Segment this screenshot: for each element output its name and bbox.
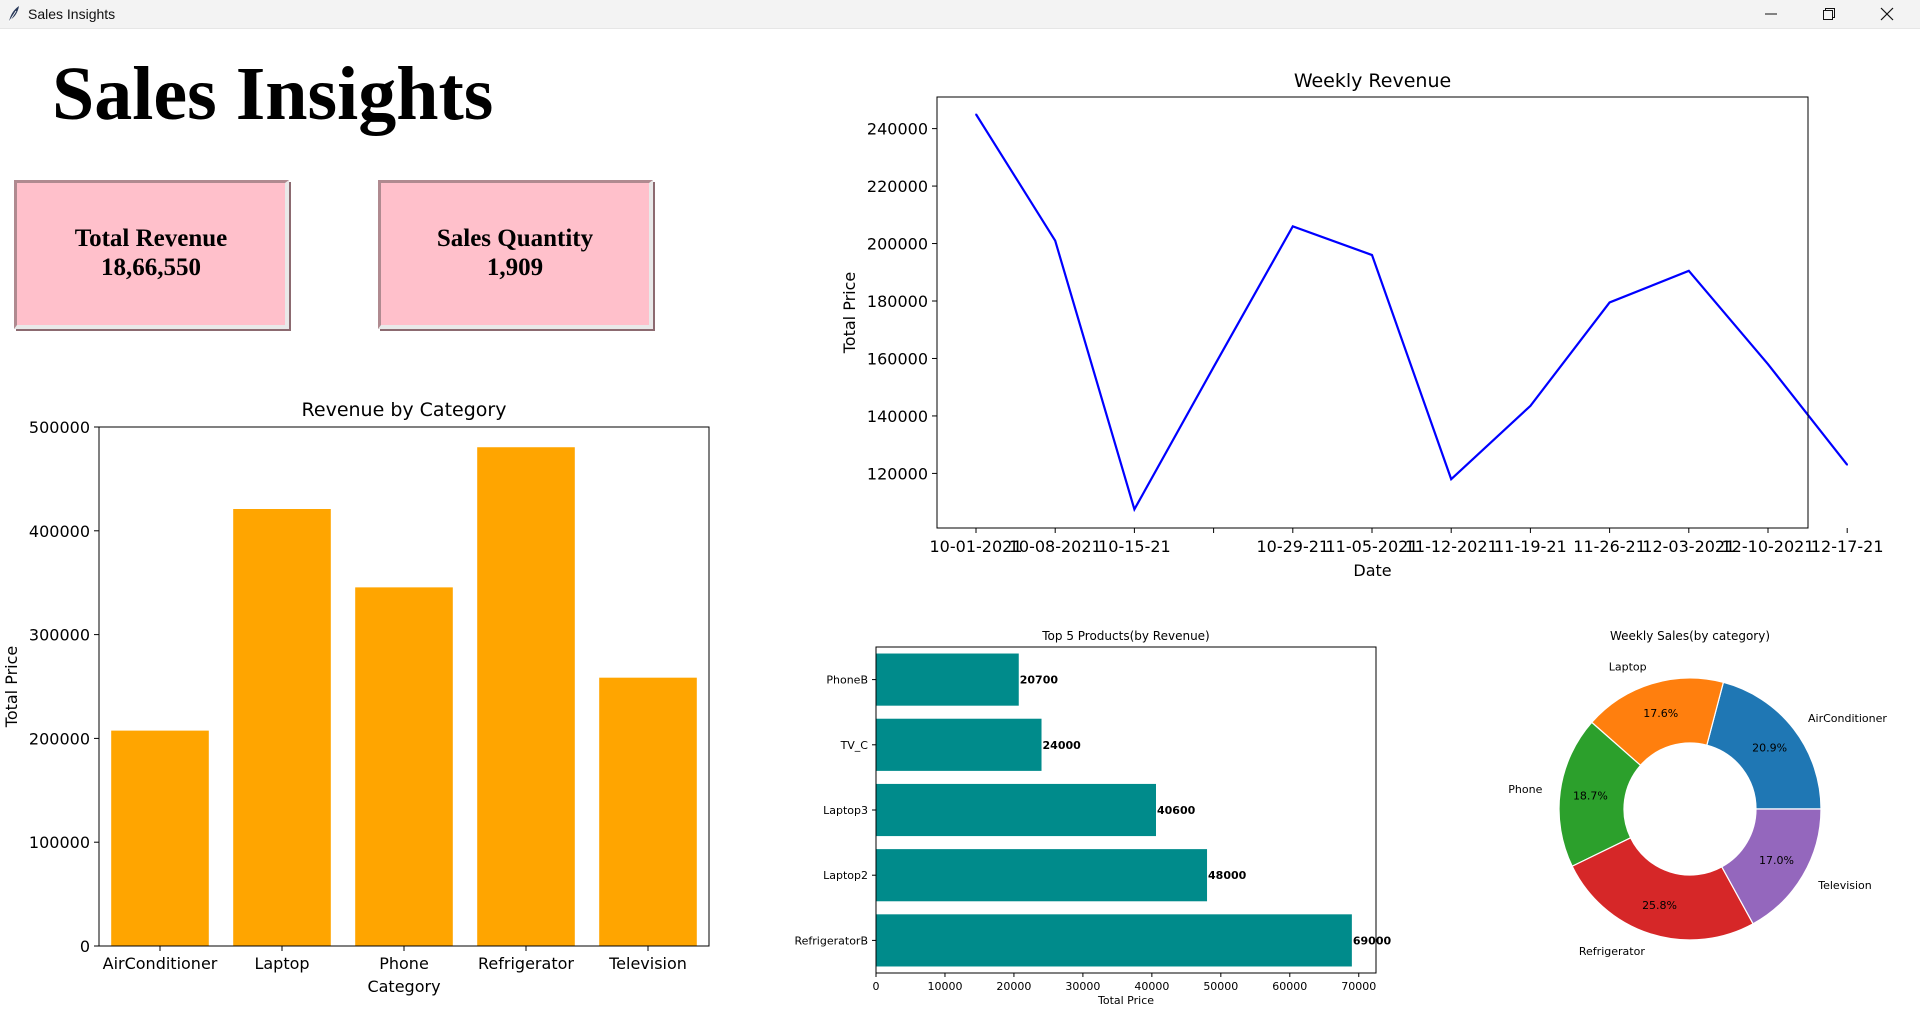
y-axis-label: Total Price (840, 272, 859, 354)
data-point (1133, 508, 1136, 511)
y-tick-label: 500000 (29, 418, 90, 437)
data-point (1371, 254, 1373, 256)
x-tick-label: 30000 (1065, 980, 1100, 993)
chart-title: Weekly Sales(by category) (1610, 629, 1770, 643)
bar (111, 730, 209, 946)
y-tick-label: 400000 (29, 522, 90, 541)
y-tick-label: 160000 (867, 349, 928, 368)
x-axis-label: Category (367, 977, 440, 996)
pie-category-label: AirConditioner (1808, 712, 1887, 725)
data-point (1529, 405, 1532, 407)
y-tick-label: 180000 (867, 292, 928, 311)
x-tick-label: 70000 (1341, 980, 1376, 993)
x-tick-label: Laptop (254, 954, 309, 973)
bar (876, 783, 1156, 837)
x-tick-label: 40000 (1134, 980, 1169, 993)
x-axis-label: Total Price (1097, 994, 1154, 1007)
bar (233, 509, 331, 946)
y-tick-label: Laptop3 (823, 804, 868, 817)
data-point (1450, 478, 1452, 480)
x-tick-label: 10000 (927, 980, 962, 993)
data-point (1054, 239, 1056, 242)
y-tick-label: 200000 (867, 235, 928, 254)
y-tick-label: 300000 (29, 626, 90, 645)
charts-canvas: Revenue by Category AirConditioner Laptop P… (2, 70, 1887, 1007)
data-label: 69000 (1353, 934, 1392, 947)
x-tick-label: 0 (873, 980, 880, 993)
data-point (1212, 366, 1215, 368)
data-point (1846, 463, 1848, 466)
chart-title: Weekly Revenue (1294, 70, 1451, 92)
y-tick-label: PhoneB (826, 674, 868, 687)
x-tick-label: 60000 (1272, 980, 1307, 993)
data-label: 20700 (1020, 674, 1059, 687)
x-tick-label: 11-26-21 (1573, 537, 1646, 556)
y-tick-label: 120000 (867, 464, 928, 483)
bar (876, 914, 1352, 967)
pie-percent-label: 17.6% (1643, 707, 1678, 720)
pie-slice (1571, 837, 1754, 941)
chart-title: Top 5 Products(by Revenue) (1041, 629, 1209, 643)
pie-percent-label: 17.0% (1759, 854, 1794, 867)
y-tick-label: 100000 (29, 833, 90, 852)
pie-category-label: Television (1817, 879, 1872, 892)
x-tick-label: 11-12-2021 (1405, 537, 1498, 556)
pie-percent-label: 18.7% (1573, 789, 1608, 802)
x-tick-label: 50000 (1203, 980, 1238, 993)
pie-category-label: Refrigerator (1579, 945, 1645, 958)
x-tick-label: AirConditioner (103, 954, 218, 973)
y-tick-label: 0 (80, 937, 90, 956)
x-tick-label: 10-08-2021 (1009, 537, 1102, 556)
y-tick-label: 220000 (867, 177, 928, 196)
pie-percent-label: 20.9% (1752, 742, 1787, 755)
data-label: 24000 (1043, 739, 1082, 752)
x-axis-label: Date (1353, 561, 1391, 580)
x-tick-label: Television (608, 954, 687, 973)
pie-percent-label: 25.8% (1642, 899, 1677, 912)
y-tick-label: 200000 (29, 729, 90, 748)
data-point (1767, 363, 1769, 366)
x-tick-label: 10-15-21 (1098, 537, 1171, 556)
data-point (1608, 301, 1611, 304)
data-point (1292, 225, 1294, 228)
y-axis-label: Total Price (2, 646, 21, 728)
y-tick-label: RefrigeratorB (795, 934, 869, 947)
bar (876, 653, 1019, 706)
x-tick-label: 20000 (996, 980, 1031, 993)
chart-title: Revenue by Category (302, 399, 507, 421)
x-tick-label: 11-19-21 (1494, 537, 1567, 556)
x-tick-label: Phone (379, 954, 429, 973)
y-tick-label: 240000 (867, 120, 928, 139)
y-tick-label: Laptop2 (823, 869, 868, 882)
x-tick-label: 12-17-21 (1811, 537, 1884, 556)
x-tick-label: 10-29-21 (1256, 537, 1329, 556)
plot-frame (936, 96, 1809, 529)
bar (876, 849, 1208, 902)
bar (876, 718, 1042, 771)
y-tick-label: TV_C (840, 739, 869, 752)
pie-category-label: Phone (1508, 783, 1542, 796)
bar (355, 587, 453, 946)
series-line (975, 113, 1849, 513)
y-tick-label: 140000 (867, 407, 928, 426)
bar (599, 677, 697, 946)
x-tick-label: 12-10-2021 (1722, 537, 1815, 556)
data-point (1688, 270, 1690, 272)
data-label: 48000 (1208, 869, 1247, 882)
pie-category-label: Laptop (1609, 660, 1647, 673)
data-label: 40600 (1157, 804, 1196, 817)
data-point (975, 113, 977, 116)
bar (477, 447, 575, 946)
x-tick-label: Refrigerator (478, 954, 574, 973)
